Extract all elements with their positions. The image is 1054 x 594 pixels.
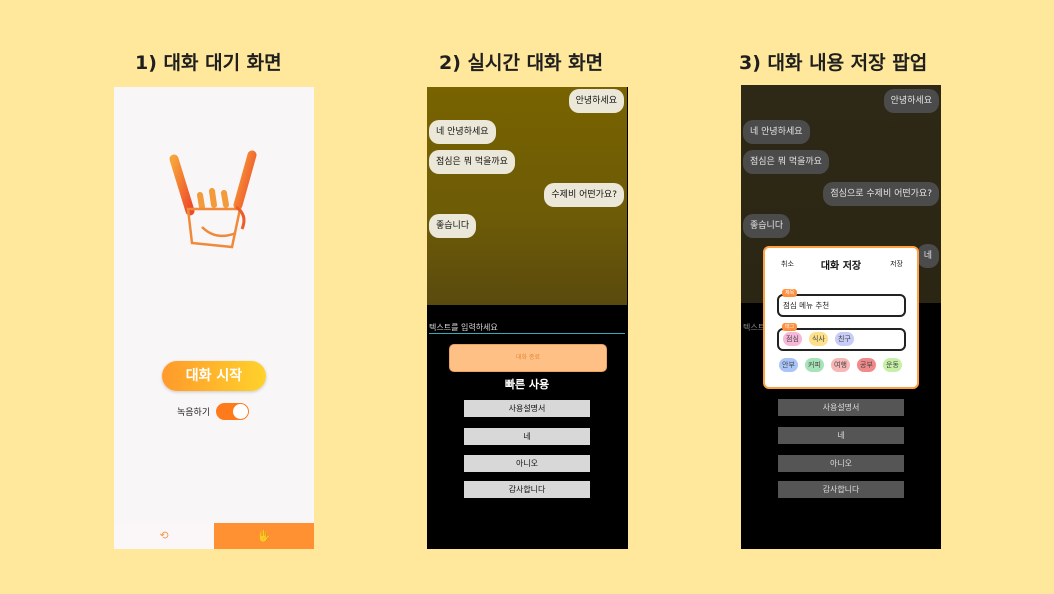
popup-save-button[interactable]: 저장 (890, 259, 903, 269)
chat-bubble: 안녕하세요 (883, 89, 939, 113)
screen1-heading: 1) 대화 대기 화면 (135, 52, 282, 74)
quick-button-thanks[interactable]: 감사합니다 (464, 481, 590, 498)
record-label: 녹음하기 (177, 408, 211, 418)
chat-bubble: 네 안녕하세요 (743, 120, 810, 144)
record-toggle[interactable] (216, 403, 249, 420)
waiting-screen: 대화 시작 녹음하기 ⟲ ✋ (114, 87, 314, 549)
chat-bubble: 점심으로 수제비 어떤가요? (823, 182, 939, 206)
chat-bubble: 안녕하세요 (568, 89, 624, 113)
quick-use-title: 빠른 사용 (504, 378, 550, 391)
toggle-knob (233, 404, 248, 419)
quick-button-no[interactable]: 아니오 (778, 455, 904, 472)
input-underline (429, 333, 625, 334)
message-input[interactable]: 텍스트를 입력하세요 (429, 322, 498, 333)
message-input[interactable]: 텍스트 (743, 322, 765, 333)
popup-cancel-button[interactable]: 취소 (781, 259, 794, 269)
chat-bubble: 좋습니다 (429, 214, 477, 238)
tag-option[interactable]: 여행 (831, 358, 850, 372)
hand-icon: ✋ (256, 529, 272, 543)
app-logo-icon (169, 150, 257, 249)
tab-gesture[interactable]: ✋ (214, 523, 314, 549)
tag-option[interactable]: 운동 (883, 358, 902, 372)
tag-badge: 태그 (782, 323, 798, 331)
chat-bubble: 수제비 어떤가요? (544, 183, 624, 207)
selected-tag[interactable]: 친구 (835, 332, 854, 346)
chat-bubble: 점심은 뭐 먹을까요 (429, 150, 515, 174)
tag-field[interactable]: 태그 점심 식사 친구 (777, 323, 906, 351)
chat-bubble: 네 안녕하세요 (429, 120, 496, 144)
title-field[interactable]: 제목 점심 메뉴 추천 (777, 289, 906, 317)
chat-bubble: 좋습니다 (743, 214, 791, 238)
screen3-heading: 3) 대화 내용 저장 팝업 (739, 52, 928, 74)
realtime-chat-screen: 안녕하세요 네 안녕하세요 점심은 뭐 먹을까요 수제비 어떤가요? 좋습니다 … (427, 87, 628, 549)
quick-button-yes[interactable]: 네 (464, 428, 590, 445)
save-popup-screen: 안녕하세요 네 안녕하세요 점심은 뭐 먹을까요 점심으로 수제비 어떤가요? … (741, 85, 941, 549)
history-icon: ⟲ (159, 529, 169, 542)
quick-button-manual[interactable]: 사용설명서 (464, 400, 590, 417)
quick-button-manual[interactable]: 사용설명서 (778, 399, 904, 416)
selected-tag[interactable]: 식사 (809, 332, 828, 346)
quick-button-no[interactable]: 아니오 (464, 455, 590, 472)
quick-button-thanks[interactable]: 감사합니다 (778, 481, 904, 498)
tag-option[interactable]: 커피 (805, 358, 824, 372)
quick-button-yes[interactable]: 네 (778, 427, 904, 444)
tag-option[interactable]: 공부 (857, 358, 876, 372)
chat-bubble: 네 (916, 244, 939, 268)
tag-option[interactable]: 안부 (779, 358, 798, 372)
start-conversation-button[interactable]: 대화 시작 (162, 361, 266, 391)
selected-tag[interactable]: 점심 (783, 332, 802, 346)
screen2-heading: 2) 실시간 대화 화면 (439, 52, 604, 74)
end-conversation-button[interactable]: 대화 종료 (449, 344, 607, 372)
save-conversation-popup: 대화 저장 취소 저장 제목 점심 메뉴 추천 태그 점심 식사 친구 안부 커… (763, 246, 919, 389)
chat-area: 안녕하세요 네 안녕하세요 점심은 뭐 먹을까요 수제비 어떤가요? 좋습니다 (427, 87, 627, 305)
title-badge: 제목 (782, 289, 798, 297)
tab-history[interactable]: ⟲ (114, 523, 214, 549)
chat-bubble: 점심은 뭐 먹을까요 (743, 150, 829, 174)
title-value: 점심 메뉴 추천 (783, 301, 830, 310)
